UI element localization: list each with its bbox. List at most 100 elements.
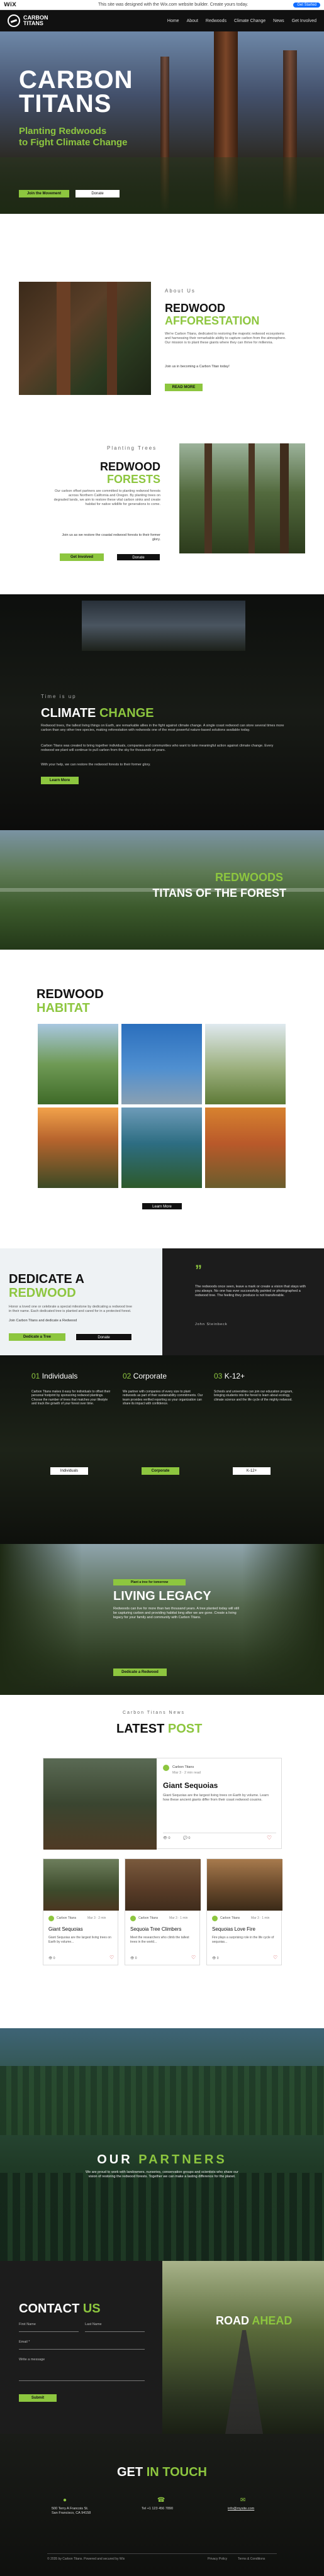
hero-donate-button[interactable]: Donate (75, 190, 120, 197)
first-name-field[interactable] (19, 2331, 79, 2332)
climate-kicker: Time is up (41, 694, 77, 699)
climate-para3: With your help, we can restore the redwo… (41, 763, 151, 767)
post-card[interactable]: Carbon Titans Mar 3 · 2 min Giant Sequoi… (43, 1858, 119, 1965)
banner-line1: REDWOODS (215, 871, 283, 884)
footer-address-line1: 500 Terry A Francois St. (52, 2507, 89, 2511)
heart-icon[interactable]: ♡ (109, 1955, 114, 1960)
footer-section: GET IN TOUCH ● 500 Terry A Francois St. … (0, 2434, 324, 2576)
footer-terms-link[interactable]: Terms & Conditions (238, 2557, 265, 2562)
nav-item-news[interactable]: News (273, 19, 284, 23)
planting-link[interactable]: Join us as we restore the coastal redwoo… (53, 533, 160, 542)
brand-line2: TITANS (23, 20, 43, 26)
nav-item-climate-change[interactable]: Climate Change (234, 19, 265, 23)
post-views: 👁 0 (212, 1957, 219, 1960)
post-author[interactable]: Carbon Titans (138, 1916, 158, 1921)
footer-address-line2: San Francisco, CA 94158 (52, 2511, 91, 2515)
location-icon: ● (63, 2497, 67, 2504)
partners-title: OUR PARTNERS (97, 2153, 227, 2167)
partners-forest-lower (0, 2173, 324, 2261)
last-name-field[interactable] (85, 2331, 145, 2332)
nav-item-get-involved[interactable]: Get Involved (292, 19, 316, 23)
post-title[interactable]: Giant Sequoias (48, 1927, 83, 1932)
message-field[interactable] (19, 2380, 145, 2381)
site-header: CARBON TITANS Home About Redwoods Climat… (0, 10, 324, 31)
site-logo[interactable]: CARBON TITANS (8, 14, 48, 27)
footer-privacy-link[interactable]: Privacy Policy (208, 2557, 227, 2562)
climate-learn-more-button[interactable]: Learn More (41, 777, 79, 784)
legacy-tree-left (0, 1544, 82, 1695)
tier-k12-button[interactable]: K-12+ (233, 1467, 271, 1475)
footer-phone[interactable]: Tel +1 123 456 7890 (142, 2507, 173, 2511)
main-nav: Home About Redwoods Climate Change News … (167, 19, 316, 23)
featured-post-image (43, 1758, 157, 1850)
email-label: Email * (19, 2340, 30, 2344)
hero-section: CARBON TITANS Planting Redwoods to Fight C… (0, 31, 324, 214)
post-card[interactable]: Carbon Titans Mar 3 · 1 min Sequoias Lov… (206, 1858, 282, 1965)
nav-item-home[interactable]: Home (167, 19, 179, 23)
post-title[interactable]: Sequoia Tree Climbers (130, 1927, 181, 1932)
tier-number: 02 (123, 1372, 131, 1380)
legacy-title: LIVING LEGACY (113, 1589, 211, 1603)
dedicate-donate-button[interactable]: Donate (75, 1333, 132, 1341)
hero-title: CARBON TITANS (19, 66, 133, 118)
quote-icon: ” (195, 1262, 202, 1278)
featured-post[interactable]: Carbon Titans Mar 3 · 2 min read Giant S… (43, 1758, 282, 1850)
legacy-dedicate-button[interactable]: Dedicate a Redwood (113, 1668, 167, 1676)
contact-submit-button[interactable]: Submit (19, 2394, 57, 2402)
heart-icon[interactable]: ♡ (273, 1955, 277, 1960)
first-name-label: First Name (19, 2323, 36, 2326)
post-views: 👁 0 (48, 1957, 55, 1960)
post-comments[interactable]: 💬 0 (183, 1836, 190, 1841)
habitat-photo-field (205, 1024, 286, 1104)
about-kicker: About Us (165, 288, 196, 294)
tier-individuals-button[interactable]: Individuals (50, 1467, 88, 1475)
post-card-image (43, 1859, 119, 1911)
tier-body: We partner with companies of every size … (123, 1389, 203, 1406)
about-tree-trunk (107, 282, 117, 395)
climate-photo (82, 601, 245, 651)
footer-email[interactable]: info@mysite.com (228, 2507, 254, 2511)
post-author[interactable]: Carbon Titans (172, 1765, 194, 1770)
post-excerpt: Giant Sequoias are the largest living tr… (163, 1794, 269, 1802)
post-card[interactable]: Carbon Titans Mar 3 · 1 min Sequoia Tree… (125, 1858, 201, 1965)
heart-icon[interactable]: ♡ (191, 1955, 196, 1960)
nav-item-redwoods[interactable]: Redwoods (206, 19, 226, 23)
post-excerpt: Meet the researchers who climb the talle… (130, 1936, 189, 1944)
tier-number: 03 (214, 1372, 223, 1380)
dedicate-link[interactable]: Join Carbon Titans and dedicate a Redwoo… (9, 1319, 135, 1323)
legacy-section: Plant a tree for tomorrow LIVING LEGACY … (0, 1544, 324, 1695)
habitat-photo-sunset (38, 1108, 118, 1188)
climate-para2: Carbon Titans was created to bring toget… (41, 744, 274, 752)
post-author[interactable]: Carbon Titans (57, 1916, 76, 1921)
climate-section: Time is up CLIMATE CHANGE Redwood trees,… (0, 594, 324, 830)
planting-donate-button[interactable]: Donate (116, 553, 160, 561)
last-name-label: Last Name (85, 2323, 102, 2326)
post-card-image (207, 1859, 282, 1911)
join-movement-button[interactable]: Join the Movement (19, 190, 69, 197)
nav-item-about[interactable]: About (187, 19, 198, 23)
partners-forest-upper (0, 2066, 324, 2135)
heart-icon[interactable]: ♡ (267, 1835, 272, 1841)
about-link[interactable]: Join us in becoming a Carbon Titan today… (165, 365, 291, 369)
wix-get-started-button[interactable]: Get Started (293, 2, 320, 8)
phone-icon: ☎ (157, 2497, 165, 2504)
planting-get-involved-button[interactable]: Get Involved (60, 553, 104, 561)
planting-tree-trunk (280, 443, 289, 553)
message-label: Write a message (19, 2358, 45, 2362)
dedicate-tree-button[interactable]: Dedicate a Tree (9, 1333, 65, 1341)
planting-kicker: Planting Trees (107, 445, 157, 451)
habitat-learn-more-button[interactable]: Learn More (142, 1202, 182, 1210)
tier-body: Schools and universities can join our ed… (214, 1389, 293, 1402)
about-read-more-button[interactable]: READ MORE (165, 384, 203, 391)
post-meta: Mar 3 · 1 min (169, 1916, 188, 1920)
mail-icon: ✉ (240, 2497, 246, 2504)
hero-subtitle: Planting Redwoods to Fight Climate Change (19, 126, 128, 148)
email-field[interactable] (19, 2349, 145, 2350)
tier-title: Individuals (42, 1372, 78, 1380)
post-title[interactable]: Sequoias Love Fire (212, 1927, 255, 1932)
post-author[interactable]: Carbon Titans (220, 1916, 240, 1921)
post-title[interactable]: Giant Sequoias (163, 1781, 218, 1790)
habitat-photo-arch (121, 1024, 202, 1104)
planting-title: REDWOOD FORESTS (100, 460, 160, 486)
tier-corporate-button[interactable]: Corporate (142, 1467, 179, 1475)
